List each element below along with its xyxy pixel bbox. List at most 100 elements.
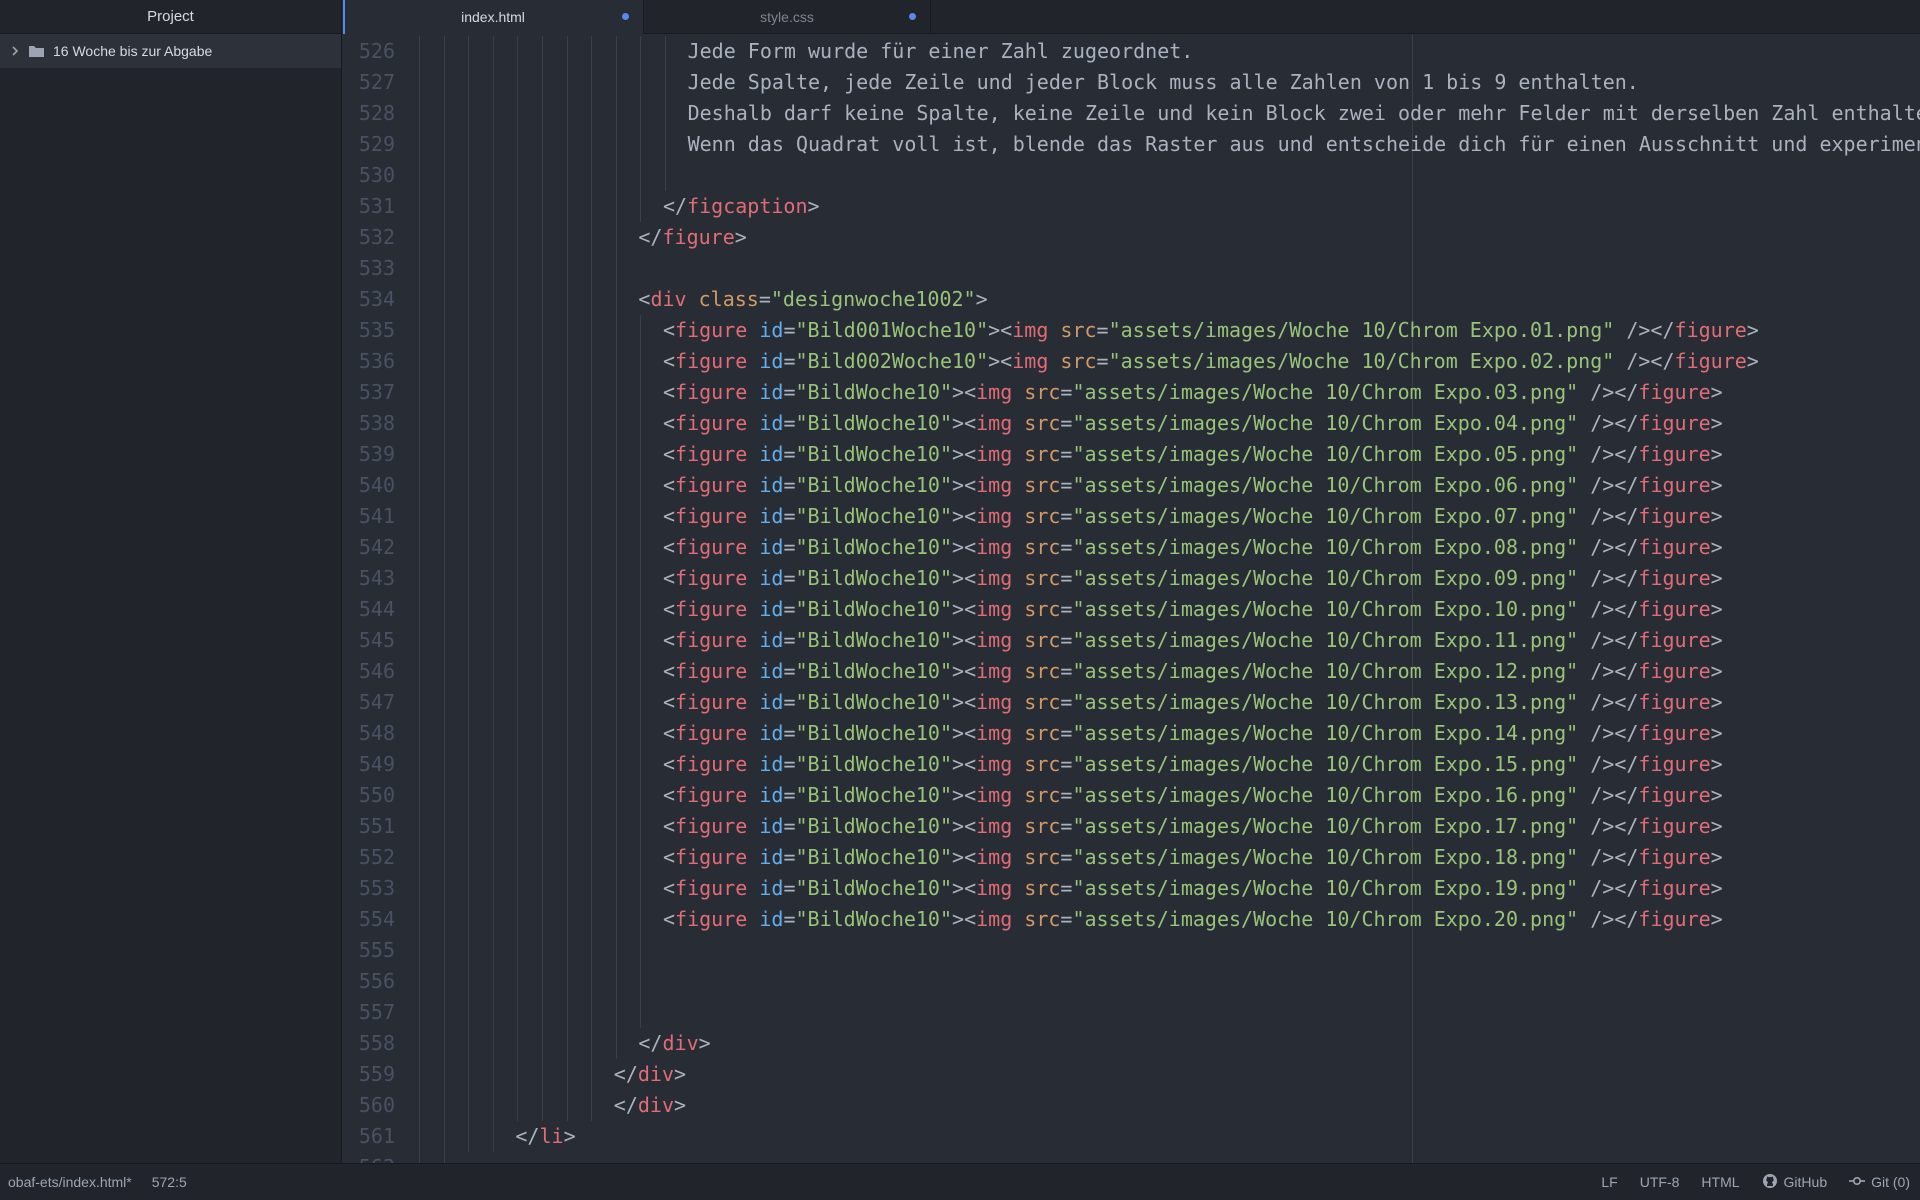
code-line[interactable]: <figure id="BildWoche10"><img src="asset… [663, 470, 1723, 501]
token-attribute: src [1060, 349, 1097, 373]
indent-guide [517, 253, 519, 284]
code-line[interactable]: </div> [614, 1059, 686, 1090]
indent-guide [665, 129, 666, 160]
token-punctuation: = [783, 504, 796, 528]
code-line[interactable]: </figure> [638, 222, 746, 253]
code-line[interactable]: <figure id="BildWoche10"><img src="asset… [663, 501, 1723, 532]
code-line[interactable]: <figure id="BildWoche10"><img src="asset… [663, 563, 1723, 594]
indent-guide [542, 160, 543, 191]
code-line[interactable]: <figure id="BildWoche10"><img src="asset… [663, 532, 1723, 563]
code-line[interactable]: <figure id="BildWoche10"><img src="asset… [663, 811, 1723, 842]
code-line[interactable]: <figure id="BildWoche10"><img src="asset… [663, 904, 1723, 935]
code-line[interactable]: <figure id="BildWoche10"><img src="asset… [663, 780, 1723, 811]
code-line[interactable]: <figure id="BildWoche10"><img src="asset… [663, 377, 1723, 408]
code-line[interactable]: <figure id="BildWoche10"><img src="asset… [663, 439, 1723, 470]
indent-guide [468, 842, 470, 873]
status-file-path[interactable]: obaf-ets/index.html* [8, 1174, 132, 1190]
indent-guide [640, 160, 642, 191]
indent-guide [566, 1059, 568, 1090]
code-line[interactable]: </div> [614, 1090, 686, 1121]
line-number: 531 [358, 194, 395, 218]
indent-guide [443, 1059, 445, 1090]
indent-guide [566, 687, 568, 718]
chevron-right-icon[interactable] [8, 46, 22, 56]
code-editor[interactable]: 526 527 528 529 530 531 532 533 534 535 536 537 538 5… [343, 34, 1920, 1163]
line-number-gutter[interactable]: 526 527 528 529 530 531 532 533 534 535 536 537 538 5… [343, 34, 395, 1163]
code-line[interactable]: Wenn das Quadrat voll ist, blende das Ra… [688, 129, 1920, 160]
code-line[interactable]: <figure id="BildWoche10"><img src="asset… [663, 625, 1723, 656]
indent-guide [419, 439, 420, 470]
token-punctuation: = [783, 845, 796, 869]
token-attribute-id: id [759, 845, 784, 869]
code-line[interactable]: Jede Form wurde für einer Zahl zugeordne… [688, 36, 1194, 67]
code-line[interactable]: <figure id="BildWoche10"><img src="asset… [663, 594, 1723, 625]
line-number: 539 [358, 442, 395, 466]
tab-index-html[interactable]: index.html [343, 0, 644, 34]
status-line-ending[interactable]: LF [1601, 1174, 1617, 1190]
indent-guide [566, 1028, 568, 1059]
tree-folder-item[interactable]: 16 Woche bis zur Abgabe [0, 34, 341, 68]
code-line[interactable]: <figure id="Bild002Woche10"><img src="as… [663, 346, 1759, 377]
indent-guide [591, 1059, 593, 1090]
indent-guide [468, 377, 470, 408]
line-number: 533 [358, 256, 395, 280]
token-punctuation: = [783, 752, 796, 776]
indent-guide [492, 1059, 494, 1090]
code-line[interactable]: <figure id="BildWoche10"><img src="asset… [663, 656, 1723, 687]
code-line[interactable]: <figure id="BildWoche10"><img src="asset… [663, 718, 1723, 749]
status-github[interactable]: GitHub [1762, 1173, 1827, 1192]
indent-guide [517, 873, 519, 904]
token-attribute-id: id [759, 876, 784, 900]
status-grammar[interactable]: HTML [1701, 1174, 1739, 1190]
token-punctuation: < [663, 907, 676, 931]
code-line[interactable]: <figure id="Bild001Woche10"><img src="as… [663, 315, 1759, 346]
code-line[interactable]: Jede Spalte, jede Zeile und jeder Block … [688, 67, 1639, 98]
indent-guide [591, 36, 593, 67]
code-line[interactable]: <figure id="BildWoche10"><img src="asset… [663, 749, 1723, 780]
token-attribute-id: id [759, 318, 784, 342]
indent-guide [591, 439, 593, 470]
indent-guide [517, 439, 519, 470]
status-git[interactable]: Git (0) [1849, 1174, 1910, 1190]
code-line[interactable]: <figure id="BildWoche10"><img src="asset… [663, 408, 1723, 439]
token-punctuation: = [1060, 783, 1073, 807]
code-line[interactable]: <figure id="BildWoche10"><img src="asset… [663, 873, 1723, 904]
indent-guide [517, 160, 519, 191]
code-line[interactable]: </li> [515, 1121, 575, 1152]
tab-style-css[interactable]: style.css [644, 0, 931, 34]
token-punctuation: = [1060, 752, 1073, 776]
indent-guide [517, 842, 519, 873]
line-number: 535 [358, 318, 395, 342]
indent-guide [443, 1121, 445, 1152]
code-line[interactable]: </div> [638, 1028, 710, 1059]
code-line[interactable]: </figcaption> [663, 191, 820, 222]
sidebar-title[interactable]: Project [0, 0, 341, 34]
indent-guide [542, 1090, 543, 1121]
status-encoding[interactable]: UTF-8 [1640, 1174, 1680, 1190]
indent-guide [443, 129, 445, 160]
line-number: 561 [358, 1124, 395, 1148]
token-tag: figure [675, 628, 748, 652]
code-line[interactable]: <div class="designwoche1002"> [638, 284, 987, 315]
token-string: "assets/images/Woche 10/Chrom Expo.02.pn… [1108, 349, 1615, 373]
token-punctuation: > [1710, 721, 1723, 745]
indent-guide [443, 377, 445, 408]
code-line[interactable]: Deshalb darf keine Spalte, keine Zeile u… [688, 98, 1920, 129]
indent-guide [443, 501, 445, 532]
indent-guide [640, 408, 642, 439]
token-punc: > [734, 225, 747, 249]
indent-guide [443, 563, 445, 594]
code-line[interactable]: <figure id="BildWoche10"><img src="asset… [663, 842, 1723, 873]
indent-guide [492, 315, 494, 346]
token-string: "BildWoche10" [795, 380, 953, 404]
token-tag: img [976, 783, 1013, 807]
indent-guide [517, 749, 519, 780]
code-line[interactable]: <figure id="BildWoche10"><img src="asset… [663, 687, 1723, 718]
status-cursor-position[interactable]: 572:5 [152, 1174, 187, 1190]
token-punctuation: /></ [1614, 318, 1675, 342]
token-string: "BildWoche10" [795, 504, 953, 528]
